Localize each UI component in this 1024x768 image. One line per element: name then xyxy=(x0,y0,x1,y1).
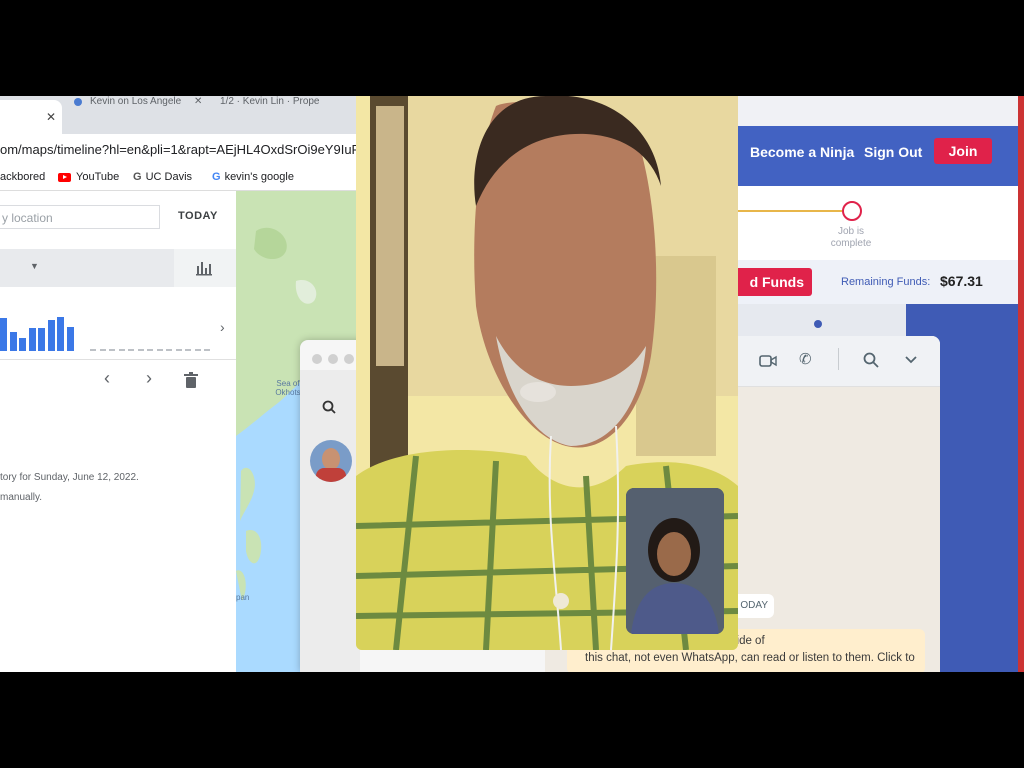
remaining-funds-label: Remaining Funds: xyxy=(841,276,931,288)
activity-bar xyxy=(0,318,7,351)
activity-bar-empty xyxy=(128,349,134,351)
search-icon[interactable] xyxy=(322,400,336,414)
progress-line xyxy=(736,210,842,212)
tab-active[interactable]: ✕ xyxy=(0,100,62,134)
date-dropdown[interactable]: ▼ xyxy=(0,249,174,287)
activity-bar xyxy=(9,332,17,351)
bookmark-kevins-google[interactable]: Gkevin's google xyxy=(212,171,294,183)
video-call-window xyxy=(356,96,738,650)
sign-out-link[interactable]: Sign Out xyxy=(864,144,922,160)
contact-avatar[interactable] xyxy=(310,440,352,482)
voice-call-icon[interactable]: ✆ xyxy=(799,350,812,368)
trash-icon[interactable] xyxy=(184,372,198,388)
google-icon: G xyxy=(212,171,221,183)
activity-bar-empty xyxy=(137,349,144,351)
bookmark-label: YouTube xyxy=(76,171,120,183)
activity-bar-empty xyxy=(156,349,163,351)
progress-step-marker xyxy=(842,201,862,221)
activity-bar xyxy=(66,327,74,351)
join-button[interactable]: Join xyxy=(934,138,992,164)
map-label-japan: pan xyxy=(236,593,250,602)
encryption-line-2: this chat, not even WhatsApp, can read o… xyxy=(585,652,915,664)
remaining-funds-value: $67.31 xyxy=(940,273,983,289)
map-label-sea: Sea of Okhots xyxy=(275,379,301,397)
activity-bar-empty xyxy=(90,349,96,351)
day-navigation: ‹ › xyxy=(0,359,236,400)
tab-bar: ✕ Kevin on Los Angele ✕ 1/2 · Kevin Lin … xyxy=(0,96,360,134)
activity-bar-empty xyxy=(166,349,172,351)
close-tab-icon[interactable]: ✕ xyxy=(194,96,202,107)
activity-bar-empty xyxy=(194,349,201,351)
funds-row: d Funds Remaining Funds: $67.31 xyxy=(736,260,1020,304)
close-tab-icon[interactable]: ✕ xyxy=(46,110,56,124)
video-call-icon[interactable] xyxy=(759,355,777,367)
bookmark-label: kevin's google xyxy=(224,171,294,183)
background-window-edge xyxy=(1018,96,1024,672)
activity-bar xyxy=(28,328,36,351)
activity-bar-empty xyxy=(109,349,115,351)
bookmark-label: UC Davis xyxy=(145,171,193,183)
activity-bar-empty xyxy=(147,349,153,351)
close-window-icon[interactable] xyxy=(312,354,322,364)
site-nav: Become a Ninja Sign Out Join xyxy=(736,126,1020,186)
self-video-feed xyxy=(626,488,724,634)
date-pill: ODAY xyxy=(732,594,774,618)
url-text[interactable]: om/maps/timeline?hl=en&pli=1&rapt=AEjHL4… xyxy=(0,142,363,157)
bookmark-blackbored[interactable]: ackbored xyxy=(0,171,45,183)
become-ninja-link[interactable]: Become a Ninja xyxy=(750,144,854,160)
activity-bar xyxy=(19,338,26,351)
timeline-panel: y location TODAY ▼ › ‹ › tory for Sunday… xyxy=(0,191,236,672)
activity-bar-empty xyxy=(204,349,210,351)
chevron-right-icon[interactable]: › xyxy=(220,319,225,335)
tab-label: 1/2 · Kevin Lin · Prope xyxy=(220,96,320,107)
activity-bar xyxy=(38,328,45,351)
activity-bar xyxy=(57,317,64,351)
activity-bar xyxy=(47,320,55,351)
location-pin-icon xyxy=(814,320,822,328)
activity-bar-empty xyxy=(118,349,125,351)
self-view-video[interactable] xyxy=(626,488,724,634)
timeline-history-text: tory for Sunday, June 12, 2022. xyxy=(0,472,139,483)
activity-bar-chart xyxy=(0,291,236,351)
contacts-sidebar xyxy=(300,370,360,672)
bookmark-youtube[interactable]: YouTube xyxy=(58,171,119,183)
date-selector-bar: ▼ xyxy=(0,249,236,287)
job-progress: Job is complete xyxy=(736,186,1020,260)
chevron-down-icon[interactable] xyxy=(905,356,917,364)
bookmark-uc-davis[interactable]: G UC Davis xyxy=(133,171,192,183)
desktop: ✕ Kevin on Los Angele ✕ 1/2 · Kevin Lin … xyxy=(0,96,1024,672)
search-placeholder: y location xyxy=(2,211,53,225)
activity-bar-empty xyxy=(175,349,182,351)
activity-bar-empty xyxy=(185,349,191,351)
next-day-icon[interactable]: › xyxy=(146,368,152,389)
tab-label: Kevin on Los Angele xyxy=(90,96,182,107)
zoom-window-icon[interactable] xyxy=(344,354,354,364)
activity-bar-empty xyxy=(99,349,106,351)
chevron-down-icon: ▼ xyxy=(30,261,39,271)
timeline-manual-text: manually. xyxy=(0,492,43,503)
search-location-input[interactable]: y location xyxy=(0,205,160,229)
add-funds-button[interactable]: d Funds xyxy=(736,268,812,296)
previous-day-icon[interactable]: ‹ xyxy=(104,368,110,389)
job-complete-label: Job is complete xyxy=(830,226,872,249)
bookmark-label: ackbored xyxy=(0,171,46,183)
map-thumbnail xyxy=(736,304,906,340)
bookmarks-bar: ackbored YouTube G UC Davis Gkevin's goog… xyxy=(0,166,360,191)
minimize-window-icon[interactable] xyxy=(328,354,338,364)
youtube-icon xyxy=(58,172,71,182)
today-button[interactable]: TODAY xyxy=(178,210,218,222)
chrome-icon: G xyxy=(133,171,142,183)
header-divider xyxy=(838,348,839,370)
search-icon[interactable] xyxy=(863,352,879,368)
address-bar[interactable]: om/maps/timeline?hl=en&pli=1&rapt=AEjHL4… xyxy=(0,134,363,166)
tab-favicon-icon xyxy=(74,98,82,106)
bar-chart-icon[interactable] xyxy=(196,260,212,276)
